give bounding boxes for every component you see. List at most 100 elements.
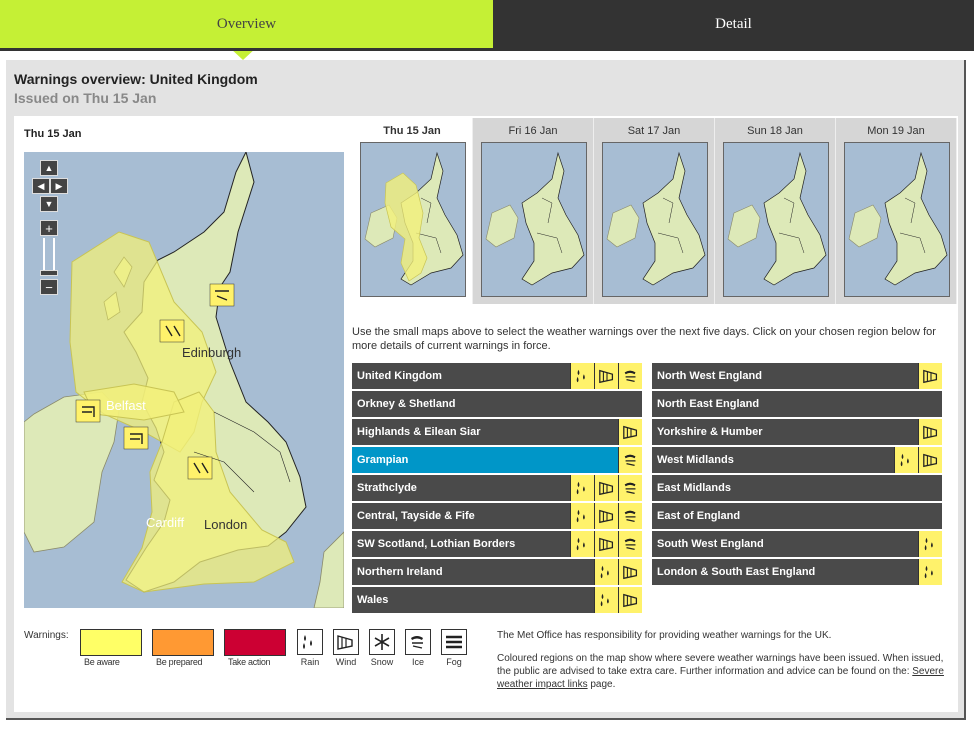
region-row[interactable]: Yorkshire & Humber <box>652 419 942 445</box>
rain-icon <box>570 475 594 501</box>
day-thumbnail-label: Mon 19 Jan <box>867 125 925 137</box>
region-row[interactable]: Highlands & Eilean Siar <box>352 419 642 445</box>
legend-swatch <box>80 629 142 656</box>
day-thumbnail[interactable]: Fri 16 Jan <box>473 118 594 304</box>
day-thumbnail[interactable]: Sun 18 Jan <box>715 118 836 304</box>
wind-icon <box>618 559 642 585</box>
legend-swatch-label: Be prepared <box>156 657 203 667</box>
page-title: Warnings overview: United Kingdom <box>14 71 258 87</box>
region-name: SW Scotland, Lothian Borders <box>357 538 516 550</box>
region-row[interactable]: West Midlands <box>652 447 942 473</box>
pan-left-button[interactable]: ◀ <box>32 178 50 194</box>
region-name: Yorkshire & Humber <box>657 426 763 438</box>
region-warning-icons <box>918 419 942 445</box>
region-row[interactable]: SW Scotland, Lothian Borders <box>352 531 642 557</box>
regions-right-column: North West England North East England York… <box>652 363 942 587</box>
region-warning-icons <box>618 419 642 445</box>
uk-map-graphic: Edinburgh Belfast Cardiff London <box>24 152 344 608</box>
region-name: East Midlands <box>657 482 731 494</box>
region-row[interactable]: East of England <box>652 503 942 529</box>
region-row[interactable]: North East England <box>652 391 942 417</box>
region-name: Central, Tayside & Fife <box>357 510 475 522</box>
region-row[interactable]: Orkney & Shetland <box>352 391 642 417</box>
region-row[interactable]: Northern Ireland <box>352 559 642 585</box>
issued-date: Issued on Thu 15 Jan <box>14 90 157 106</box>
tab-detail[interactable]: Detail <box>493 0 974 48</box>
day-thumbnail-label: Thu 15 Jan <box>383 125 441 137</box>
warnings-map[interactable]: Edinburgh Belfast Cardiff London ▲ ◀ ▶ ▼… <box>24 152 344 608</box>
rain-icon <box>918 559 942 585</box>
wind-icon <box>918 419 942 445</box>
region-name: Strathclyde <box>357 482 417 494</box>
region-row[interactable]: Central, Tayside & Fife <box>352 503 642 529</box>
wind-icon <box>594 363 618 389</box>
region-warning-icons <box>594 587 642 613</box>
day-thumbnail-map <box>844 142 950 297</box>
snow-icon <box>369 629 395 655</box>
ice-icon <box>405 629 431 655</box>
wind-icon <box>618 587 642 613</box>
legend-swatch <box>224 629 286 656</box>
region-row[interactable]: South West England <box>652 531 942 557</box>
region-row[interactable]: London & South East England <box>652 559 942 585</box>
fog-icon <box>441 629 467 655</box>
region-row[interactable]: United Kingdom <box>352 363 642 389</box>
info-text-2-body: Coloured regions on the map show where s… <box>497 653 944 677</box>
region-name: Northern Ireland <box>357 566 443 578</box>
region-warning-icons <box>570 531 642 557</box>
region-row[interactable]: North West England <box>652 363 942 389</box>
region-name: Wales <box>357 594 389 606</box>
map-label-london: London <box>204 517 247 532</box>
wind-icon <box>618 419 642 445</box>
ice-icon <box>618 531 642 557</box>
region-row[interactable]: Grampian <box>352 447 642 473</box>
region-name: West Midlands <box>657 454 734 466</box>
region-name: North West England <box>657 370 762 382</box>
zoom-slider-track[interactable] <box>43 238 55 274</box>
zoom-in-button[interactable]: + <box>40 220 58 236</box>
legend-icon-label: Snow <box>370 657 394 667</box>
day-thumbnail[interactable]: Thu 15 Jan <box>352 118 473 304</box>
region-warning-icons <box>918 531 942 557</box>
legend-icon-label: Rain <box>300 657 320 667</box>
map-label-edinburgh: Edinburgh <box>182 345 241 360</box>
legend-icon-label: Fog <box>446 657 462 667</box>
map-label-cardiff: Cardiff <box>146 515 184 530</box>
day-thumbnail-map <box>723 142 829 297</box>
region-warning-icons <box>918 363 942 389</box>
wind-icon <box>918 447 942 473</box>
ice-icon <box>618 475 642 501</box>
region-name: United Kingdom <box>357 370 442 382</box>
wind-icon <box>333 629 359 655</box>
region-row[interactable]: Strathclyde <box>352 475 642 501</box>
ice-icon <box>618 363 642 389</box>
day-thumbnail[interactable]: Mon 19 Jan <box>836 118 957 304</box>
zoom-out-button[interactable]: − <box>40 279 58 295</box>
zoom-slider-handle[interactable] <box>40 270 58 276</box>
rain-icon <box>570 363 594 389</box>
region-name: South West England <box>657 538 764 550</box>
pan-right-button[interactable]: ▶ <box>50 178 68 194</box>
ice-icon <box>618 503 642 529</box>
legend-swatch <box>152 629 214 656</box>
region-name: Grampian <box>357 454 409 466</box>
region-warning-icons <box>570 503 642 529</box>
region-name: North East England <box>657 398 760 410</box>
wind-icon <box>594 503 618 529</box>
legend-swatch-label: Be aware <box>84 657 120 667</box>
legend-icon-label: Ice <box>411 657 424 667</box>
day-thumbnail-map <box>602 142 708 297</box>
region-name: London & South East England <box>657 566 816 578</box>
info-text-2-suffix: page. <box>590 679 616 690</box>
region-row[interactable]: Wales <box>352 587 642 613</box>
instructions-text: Use the small maps above to select the w… <box>352 326 936 352</box>
tab-overview[interactable]: Overview <box>0 0 493 60</box>
region-row[interactable]: East Midlands <box>652 475 942 501</box>
day-thumbnail-map <box>360 142 466 297</box>
info-text-2: Coloured regions on the map show where s… <box>497 652 947 691</box>
pan-down-button[interactable]: ▼ <box>40 196 58 212</box>
pan-up-button[interactable]: ▲ <box>40 160 58 176</box>
day-thumbnail[interactable]: Sat 17 Jan <box>594 118 715 304</box>
wind-icon <box>594 475 618 501</box>
day-thumbnail-label: Fri 16 Jan <box>508 125 558 137</box>
